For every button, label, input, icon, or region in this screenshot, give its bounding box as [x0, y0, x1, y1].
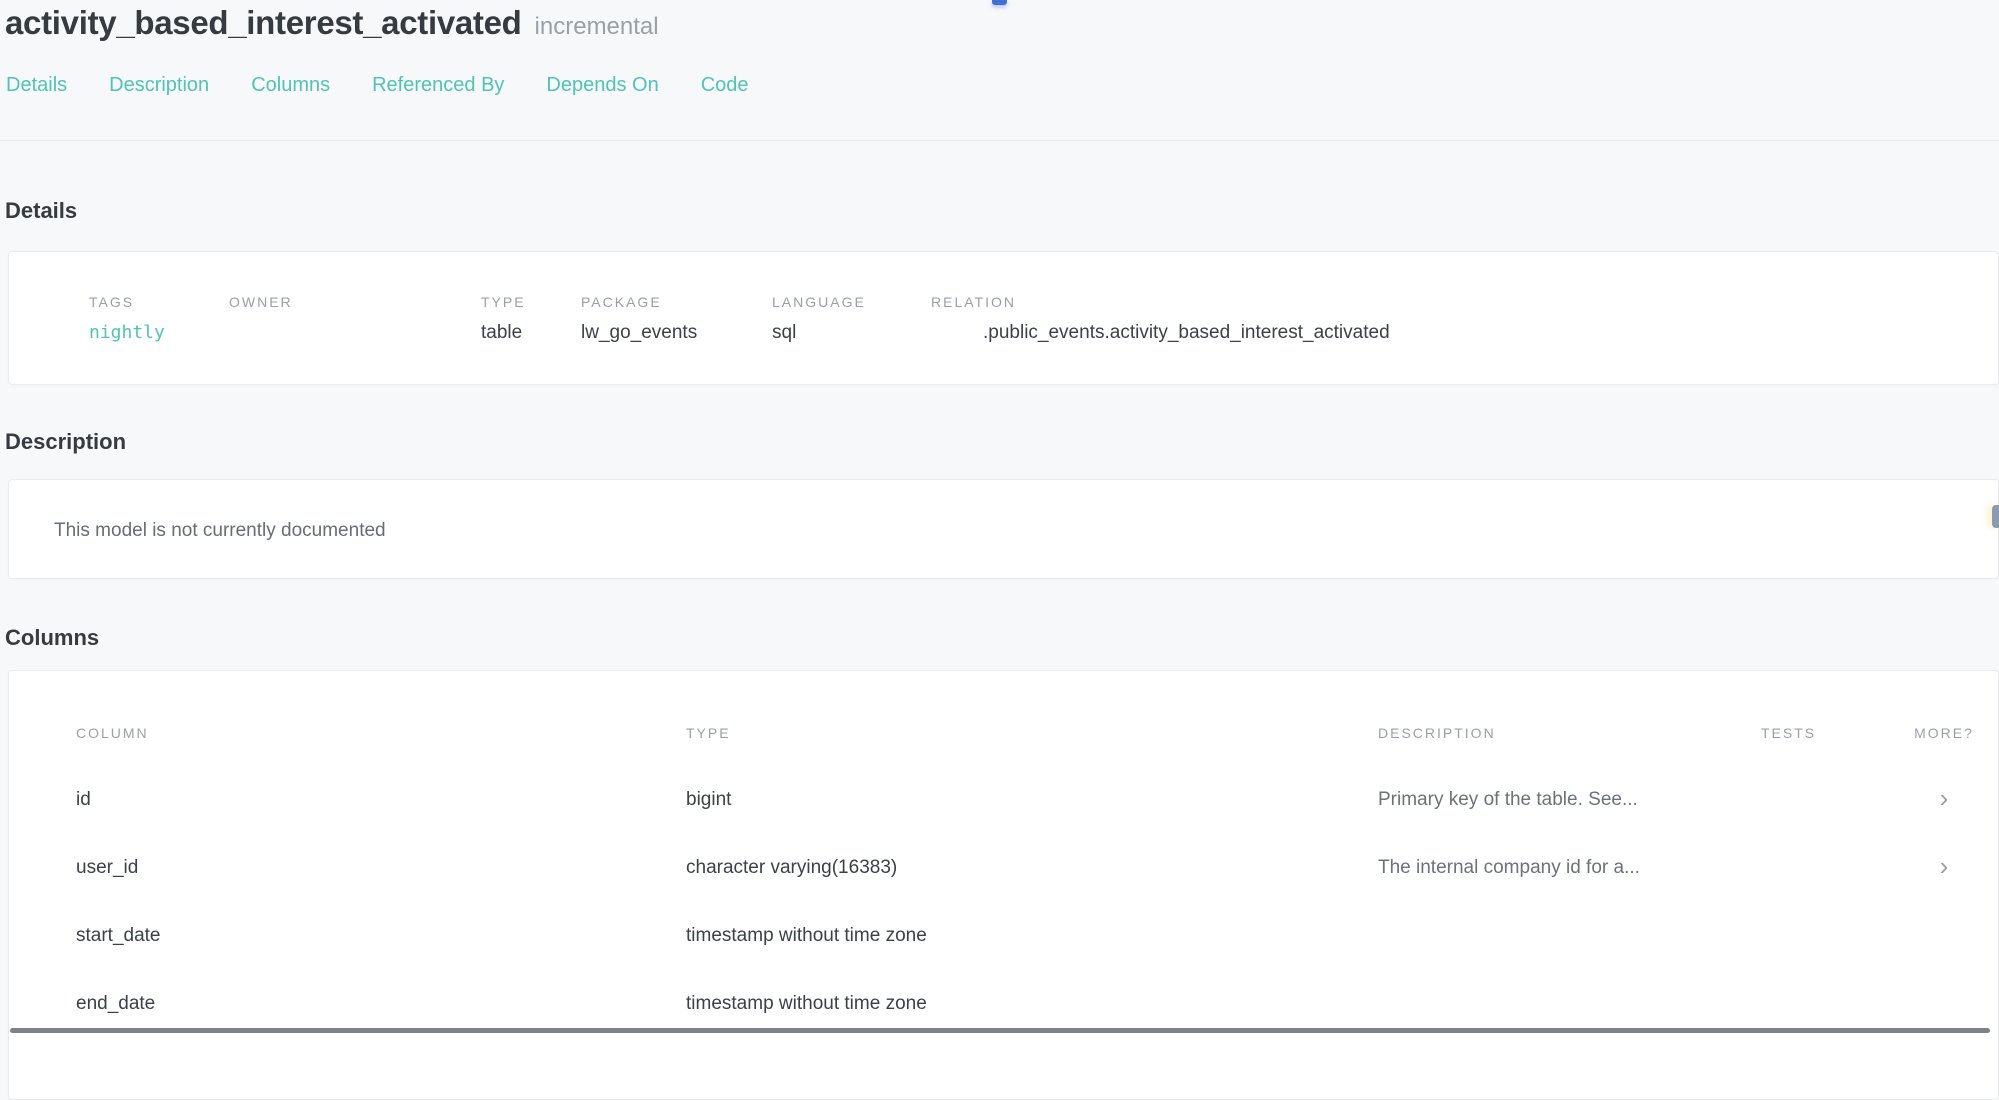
cell-column-type: bigint: [686, 789, 1378, 811]
table-row-id[interactable]: id bigint Primary key of the table. See.…: [9, 766, 1998, 834]
field-type-value: table: [481, 322, 581, 344]
columns-table-body: id bigint Primary key of the table. See.…: [9, 766, 1998, 1038]
cell-column-description: The internal company id for a...: [1378, 857, 1761, 879]
description-card: This model is not currently documented: [8, 479, 1999, 579]
field-language-value: sql: [772, 322, 931, 344]
description-text: This model is not currently documented: [54, 520, 1998, 542]
field-tags-label: Tags: [89, 294, 229, 310]
nav-link-referenced-by[interactable]: Referenced By: [372, 74, 504, 97]
horizontal-scrollbar[interactable]: [10, 1028, 1990, 1033]
cell-column-name: user_id: [76, 857, 686, 879]
materialization-badge: incremental: [535, 13, 659, 40]
description-heading: Description: [0, 429, 1999, 455]
field-relation-label: Relation: [931, 294, 1998, 310]
nav-link-description[interactable]: Description: [109, 74, 209, 97]
tag-link-nightly[interactable]: nightly: [89, 322, 229, 343]
table-row-start-date[interactable]: start_date timestamp without time zone: [9, 902, 1998, 970]
th-tests: Tests: [1761, 726, 1889, 741]
page-title: activity_based_interest_activated: [5, 4, 522, 41]
field-language-label: Language: [772, 294, 931, 310]
columns-card: Column Type Description Tests More? id b…: [8, 670, 1999, 1100]
field-tags: Tags nightly: [89, 294, 229, 384]
field-relation: Relation .public_events.activity_based_i…: [931, 294, 1998, 384]
columns-heading: Columns: [0, 625, 1999, 651]
nav-link-code[interactable]: Code: [701, 74, 749, 97]
cell-column-name: id: [76, 789, 686, 811]
cell-column-description: Primary key of the table. See...: [1378, 789, 1761, 811]
nav-link-columns[interactable]: Columns: [251, 74, 330, 97]
field-package-value: lw_go_events: [581, 322, 772, 344]
field-owner-label: Owner: [229, 294, 481, 310]
cell-column-type: character varying(16383): [686, 857, 1378, 879]
cell-column-name: start_date: [76, 925, 686, 947]
th-column: Column: [76, 726, 686, 741]
columns-table-header: Column Type Description Tests More?: [9, 726, 1998, 741]
cell-column-name: end_date: [76, 993, 686, 1015]
header-divider: [0, 140, 1999, 141]
field-language: Language sql: [772, 294, 931, 384]
table-row-user-id[interactable]: user_id character varying(16383) The int…: [9, 834, 1998, 902]
details-heading: Details: [0, 198, 1999, 224]
field-relation-value: .public_events.activity_based_interest_a…: [931, 322, 1998, 344]
chevron-right-icon[interactable]: ›: [1940, 783, 1949, 813]
cutoff-blue-element[interactable]: [992, 0, 1007, 5]
chevron-right-icon[interactable]: ›: [1940, 851, 1949, 881]
nav-link-depends-on[interactable]: Depends On: [546, 74, 658, 97]
model-header: activity_based_interest_activated increme…: [0, 0, 1999, 43]
th-type: Type: [686, 726, 1378, 741]
field-package-label: Package: [581, 294, 772, 310]
details-card: Tags nightly Owner Type table Package lw…: [8, 251, 1999, 385]
th-more: More?: [1889, 726, 1999, 741]
section-nav: Details Description Columns Referenced B…: [0, 74, 1999, 97]
field-type-label: Type: [481, 294, 581, 310]
cell-column-type: timestamp without time zone: [686, 925, 1378, 947]
th-description: Description: [1378, 726, 1761, 741]
cell-column-type: timestamp without time zone: [686, 993, 1378, 1015]
cutoff-edge-button[interactable]: [1992, 505, 1999, 528]
field-type: Type table: [481, 294, 581, 384]
field-owner: Owner: [229, 294, 481, 384]
field-package: Package lw_go_events: [581, 294, 772, 384]
nav-link-details[interactable]: Details: [6, 74, 67, 97]
